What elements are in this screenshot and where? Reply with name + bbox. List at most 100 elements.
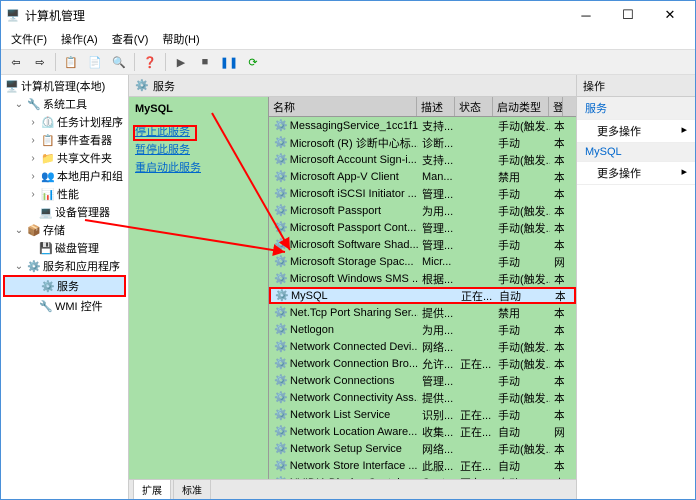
tree-wmi[interactable]: 🔧WMI 控件 xyxy=(3,297,126,315)
service-row[interactable]: ⚙️Network Store Interface ...此服...正在...自… xyxy=(269,457,576,474)
service-logon: 本 xyxy=(550,390,564,406)
service-row[interactable]: ⚙️Network Connections管理...手动本 xyxy=(269,372,576,389)
service-row[interactable]: ⚙️Net.Tcp Port Sharing Ser...提供...禁用本 xyxy=(269,304,576,321)
service-row[interactable]: ⚙️MySQL正在...自动本 xyxy=(269,287,576,304)
service-row[interactable]: ⚙️Network Connected Devi...网络...手动(触发...… xyxy=(269,338,576,355)
service-desc: 管理... xyxy=(418,373,456,389)
properties-button[interactable]: 📄 xyxy=(84,51,106,73)
pause-service-link[interactable]: 暂停此服务 xyxy=(135,141,262,157)
forward-button[interactable]: ⇨ xyxy=(29,51,51,73)
service-row[interactable]: ⚙️MessagingService_1cc1f1...支持...手动(触发..… xyxy=(269,117,576,134)
service-logon: 网 xyxy=(550,254,564,270)
service-row[interactable]: ⚙️Microsoft Windows SMS ...根据...手动(触发...… xyxy=(269,270,576,287)
service-row[interactable]: ⚙️Network Setup Service网络...手动(触发...本 xyxy=(269,440,576,457)
maximize-button[interactable]: ☐ xyxy=(607,1,649,29)
service-row[interactable]: ⚙️Microsoft Passport为用...手动(触发...本 xyxy=(269,202,576,219)
tab-standard[interactable]: 标准 xyxy=(173,479,211,499)
restart-service-link[interactable]: 重启动此服务 xyxy=(135,159,262,175)
menu-help[interactable]: 帮助(H) xyxy=(156,29,205,49)
service-name: Network Location Aware... xyxy=(290,426,418,438)
service-row[interactable]: ⚙️NVIDIA Display Contain...Cont...正在...自… xyxy=(269,474,576,479)
service-row[interactable]: ⚙️Microsoft (R) 诊断中心标...诊断...手动本 xyxy=(269,134,576,151)
service-row[interactable]: ⚙️Microsoft App-V ClientMan...禁用本 xyxy=(269,168,576,185)
tree-system-tools[interactable]: ⌄🔧系统工具 xyxy=(3,95,126,113)
restart-button[interactable]: ⟳ xyxy=(242,51,264,73)
gear-icon: ⚙️ xyxy=(274,221,288,235)
tree-services[interactable]: ⚙️服务 xyxy=(3,275,126,297)
tree-root[interactable]: 🖥️计算机管理(本地) xyxy=(3,77,126,95)
service-row[interactable]: ⚙️Netlogon为用...手动本 xyxy=(269,321,576,338)
list-header: 名称 描述 状态 启动类型 登 xyxy=(269,97,576,117)
service-name: Network Connection Bro... xyxy=(290,358,418,370)
menu-action[interactable]: 操作(A) xyxy=(55,29,104,49)
minimize-button[interactable]: ─ xyxy=(565,1,607,29)
refresh-button[interactable]: 🔍 xyxy=(108,51,130,73)
tree-services-apps[interactable]: ⌄⚙️服务和应用程序 xyxy=(3,257,126,275)
tab-extended[interactable]: 扩展 xyxy=(133,479,171,499)
window-title: 计算机管理 xyxy=(25,7,565,24)
service-row[interactable]: ⚙️Network Location Aware...收集...正在...自动网 xyxy=(269,423,576,440)
back-button[interactable]: ⇦ xyxy=(5,51,27,73)
service-startup: 自动 xyxy=(494,475,550,480)
service-row[interactable]: ⚙️Network Connectivity Ass...提供...手动(触发.… xyxy=(269,389,576,406)
service-row[interactable]: ⚙️Microsoft Account Sign-i...支持...手动(触发.… xyxy=(269,151,576,168)
service-logon: 本 xyxy=(550,441,564,457)
menu-view[interactable]: 查看(V) xyxy=(106,29,155,49)
tree-event-viewer[interactable]: ›📋事件查看器 xyxy=(3,131,126,149)
service-row[interactable]: ⚙️Microsoft Passport Cont...管理...手动(触发..… xyxy=(269,219,576,236)
service-desc: 提供... xyxy=(418,390,456,406)
actions-more-services[interactable]: 更多操作 ▸ xyxy=(577,120,695,143)
actions-more-mysql[interactable]: 更多操作 ▸ xyxy=(577,162,695,185)
tree-task-scheduler[interactable]: ›⏲️任务计划程序 xyxy=(3,113,126,131)
service-startup: 手动 xyxy=(494,373,550,389)
help-button[interactable]: ❓ xyxy=(139,51,161,73)
service-name: NVIDIA Display Contain... xyxy=(290,477,415,480)
stop-button[interactable]: ■ xyxy=(194,51,216,73)
service-status: 正在... xyxy=(456,475,494,480)
gear-icon: ⚙️ xyxy=(274,187,288,201)
pause-button[interactable]: ❚❚ xyxy=(218,51,240,73)
separator xyxy=(134,53,135,71)
service-logon: 本 xyxy=(550,220,564,236)
service-row[interactable]: ⚙️Network Connection Bro...允许...正在...手动(… xyxy=(269,355,576,372)
col-name[interactable]: 名称 xyxy=(269,97,417,116)
tree-performance[interactable]: ›📊性能 xyxy=(3,185,126,203)
close-button[interactable]: ✕ xyxy=(649,1,691,29)
mid-pane: ⚙️ 服务 MySQL 停止此服务 暂停此服务 重启动此服务 名称 描述 状态 … xyxy=(129,75,577,499)
col-startup[interactable]: 启动类型 xyxy=(493,97,549,116)
stop-service-link[interactable]: 停止此服务 xyxy=(135,123,262,139)
gear-icon: ⚙️ xyxy=(274,238,288,252)
service-desc: 诊断... xyxy=(418,135,456,151)
col-logon[interactable]: 登 xyxy=(549,97,563,116)
service-startup: 手动(触发... xyxy=(494,441,550,457)
gear-icon: ⚙️ xyxy=(274,425,288,439)
service-desc: 网络... xyxy=(418,441,456,457)
service-startup: 手动(触发... xyxy=(494,390,550,406)
service-row[interactable]: ⚙️Microsoft iSCSI Initiator ...管理...手动本 xyxy=(269,185,576,202)
tree-local-users[interactable]: ›👥本地用户和组 xyxy=(3,167,126,185)
service-logon: 本 xyxy=(550,475,564,480)
col-desc[interactable]: 描述 xyxy=(417,97,455,116)
service-list[interactable]: 名称 描述 状态 启动类型 登 ⚙️MessagingService_1cc1f… xyxy=(269,97,576,479)
service-name: Microsoft App-V Client xyxy=(290,171,399,183)
gear-icon: ⚙️ xyxy=(274,340,288,354)
service-row[interactable]: ⚙️Microsoft Software Shad...管理...手动本 xyxy=(269,236,576,253)
service-name: Network Setup Service xyxy=(290,443,402,455)
col-status[interactable]: 状态 xyxy=(455,97,493,116)
tree-storage[interactable]: ⌄📦存储 xyxy=(3,221,126,239)
up-button[interactable]: 📋 xyxy=(60,51,82,73)
service-name: Microsoft Passport Cont... xyxy=(290,222,417,234)
separator xyxy=(165,53,166,71)
menu-file[interactable]: 文件(F) xyxy=(5,29,53,49)
service-startup: 手动 xyxy=(494,135,550,151)
service-name: MessagingService_1cc1f1... xyxy=(290,120,418,132)
tree-device-manager[interactable]: 💻设备管理器 xyxy=(3,203,126,221)
service-row[interactable]: ⚙️Network List Service识别...正在...手动本 xyxy=(269,406,576,423)
service-detail-pane: MySQL 停止此服务 暂停此服务 重启动此服务 xyxy=(129,97,269,479)
tree-disk-mgmt[interactable]: 💾磁盘管理 xyxy=(3,239,126,257)
play-button[interactable]: ▶ xyxy=(170,51,192,73)
service-startup: 手动(触发... xyxy=(494,118,550,134)
service-row[interactable]: ⚙️Microsoft Storage Spac...Micr...手动网 xyxy=(269,253,576,270)
tree-shared-folders[interactable]: ›📁共享文件夹 xyxy=(3,149,126,167)
service-logon: 本 xyxy=(550,152,564,168)
